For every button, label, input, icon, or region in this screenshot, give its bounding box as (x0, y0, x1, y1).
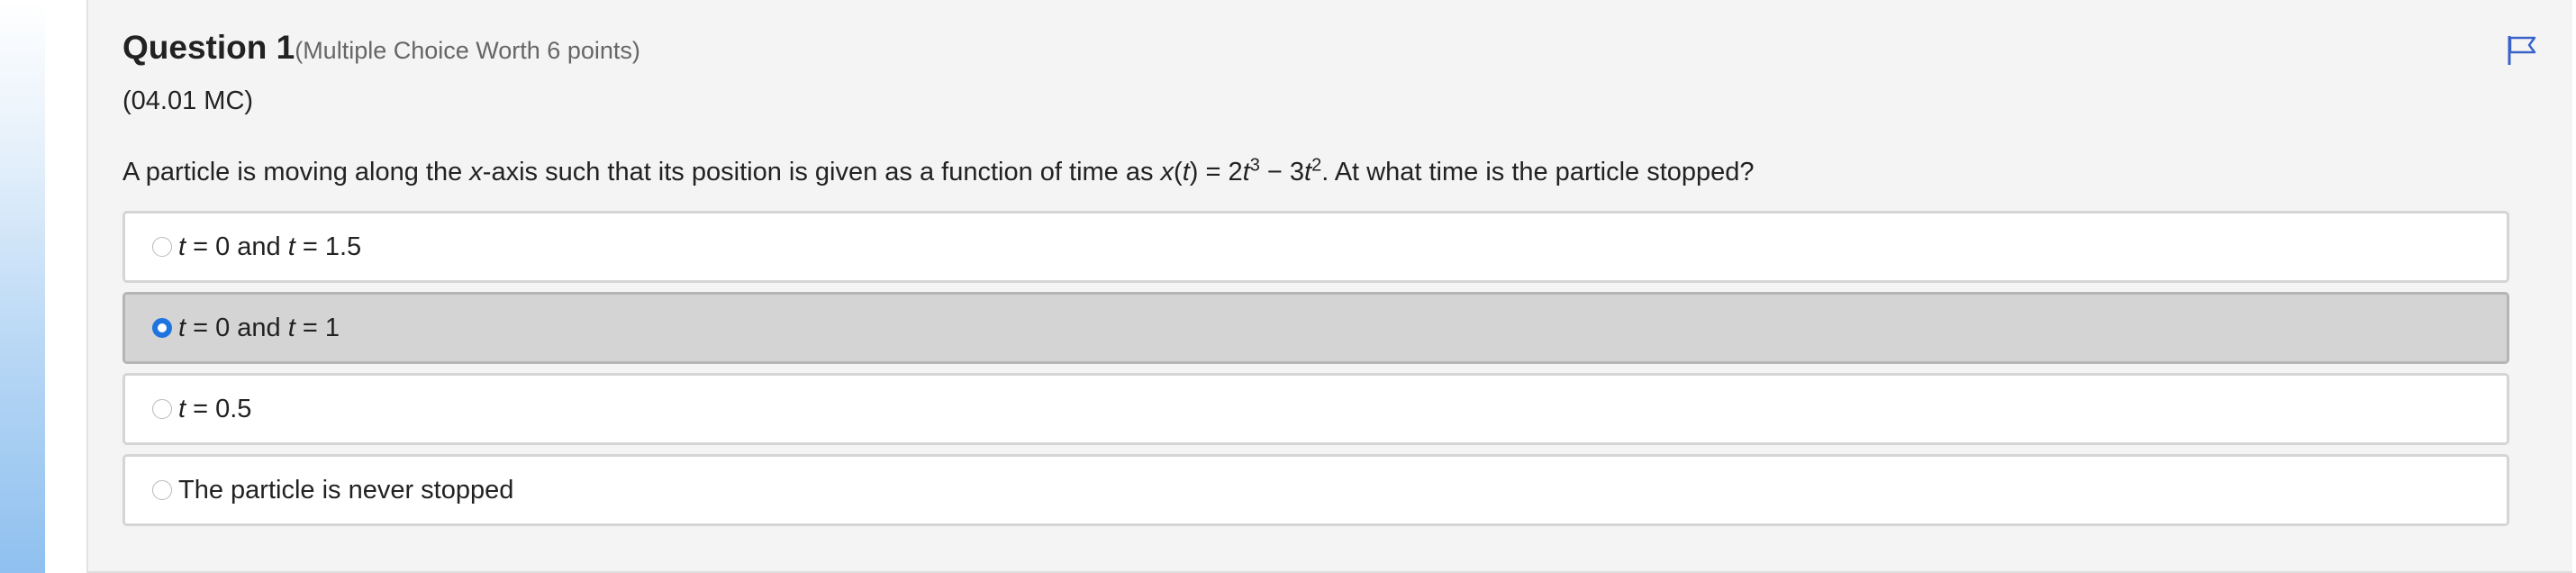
choice-1-label: t = 0 and t = 1.5 (178, 232, 361, 262)
radio-button-3[interactable] (152, 399, 172, 419)
choice-4-label: The particle is never stopped (178, 475, 514, 505)
stem-text-2: -axis such that its position is given as… (482, 158, 1161, 186)
choice-3[interactable]: t = 0.5 (122, 373, 2509, 445)
radio-button-4[interactable] (152, 480, 172, 500)
choice-2-text-2: = 1 (295, 313, 340, 342)
stem-fn-x: x (1160, 158, 1175, 186)
flag-button[interactable] (2504, 32, 2540, 68)
stem-exp-2: 2 (1311, 155, 1322, 176)
stem-text-3: . At what time is the particle stopped? (1321, 158, 1755, 186)
choice-3-var-1: t (178, 394, 186, 423)
question-code: (04.01 MC) (122, 86, 254, 115)
left-gradient-panel (0, 0, 45, 573)
radio-button-2[interactable] (152, 318, 172, 338)
choice-2-text-1: = 0 and (186, 313, 288, 342)
stem-paren: ( (1174, 158, 1183, 186)
choice-2[interactable]: t = 0 and t = 1 (122, 292, 2509, 364)
stem-fn-t: t (1182, 158, 1190, 186)
choice-3-label: t = 0.5 (178, 395, 251, 424)
choice-2-var-1: t (178, 313, 186, 342)
question-card: Question 1(Multiple Choice Worth 6 point… (86, 0, 2572, 573)
stem-var-x: x (469, 158, 483, 186)
choice-2-label: t = 0 and t = 1 (178, 314, 340, 343)
flag-icon (2508, 36, 2536, 65)
choice-1-text-2: = 1.5 (295, 232, 362, 261)
stem-text-1: A particle is moving along the (122, 158, 470, 186)
stem-eq: ) = 2 (1189, 158, 1243, 186)
answer-choices: t = 0 and t = 1.5 t = 0 and t = 1 t = 0.… (122, 211, 2509, 535)
choice-4[interactable]: The particle is never stopped (122, 454, 2509, 526)
question-title: Question 1 (122, 29, 295, 66)
stem-term-t1: t (1242, 158, 1250, 186)
question-header: Question 1(Multiple Choice Worth 6 point… (122, 29, 640, 67)
stem-minus: − 3 (1259, 158, 1304, 186)
choice-1-var-2: t (287, 232, 295, 261)
radio-button-1[interactable] (152, 237, 172, 257)
question-stem: A particle is moving along the x-axis su… (122, 155, 1755, 187)
choice-3-text-1: = 0.5 (186, 394, 252, 423)
choice-1-var-1: t (178, 232, 186, 261)
choice-1[interactable]: t = 0 and t = 1.5 (122, 211, 2509, 283)
choice-2-var-2: t (287, 313, 295, 342)
question-worth: (Multiple Choice Worth 6 points) (295, 37, 640, 64)
stem-exp-1: 3 (1249, 155, 1260, 176)
stem-term-t2: t (1304, 158, 1312, 186)
choice-1-text-1: = 0 and (186, 232, 288, 261)
